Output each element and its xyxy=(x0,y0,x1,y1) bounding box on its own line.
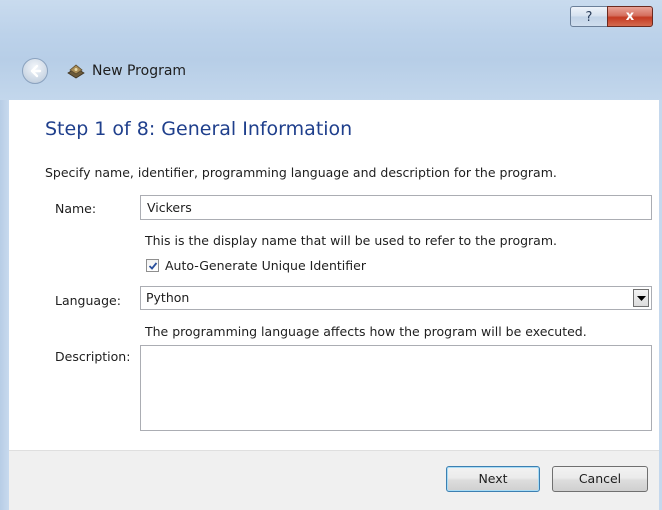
step-title: Step 1 of 8: General Information xyxy=(45,118,353,140)
language-value: Python xyxy=(146,290,190,305)
language-select[interactable]: Python xyxy=(140,286,652,310)
close-button[interactable]: x xyxy=(607,6,653,27)
auto-id-label[interactable]: Auto-Generate Unique Identifier xyxy=(165,258,366,273)
cancel-button[interactable]: Cancel xyxy=(552,466,648,492)
language-label: Language: xyxy=(55,293,121,308)
next-button[interactable]: Next xyxy=(446,466,540,492)
name-hint: This is the display name that will be us… xyxy=(145,233,557,248)
checkmark-icon xyxy=(148,262,158,270)
wizard-window: ? x New Program Step 1 of 8: General Inf… xyxy=(0,0,662,510)
title-bar xyxy=(0,0,662,100)
description-label: Description: xyxy=(55,349,131,364)
chevron-down-icon xyxy=(637,296,646,301)
language-hint: The programming language affects how the… xyxy=(145,324,587,339)
program-icon xyxy=(67,64,85,79)
back-button[interactable] xyxy=(22,58,48,84)
name-field[interactable] xyxy=(140,195,652,220)
window-frame-left xyxy=(0,100,9,510)
back-arrow-icon xyxy=(30,64,42,78)
dropdown-button[interactable] xyxy=(633,289,649,307)
window-title: New Program xyxy=(92,63,187,79)
step-description: Specify name, identifier, programming la… xyxy=(45,165,557,180)
description-field[interactable] xyxy=(140,345,652,431)
auto-id-checkbox[interactable] xyxy=(146,259,159,272)
help-button[interactable]: ? xyxy=(570,6,608,27)
name-label: Name: xyxy=(55,201,97,216)
